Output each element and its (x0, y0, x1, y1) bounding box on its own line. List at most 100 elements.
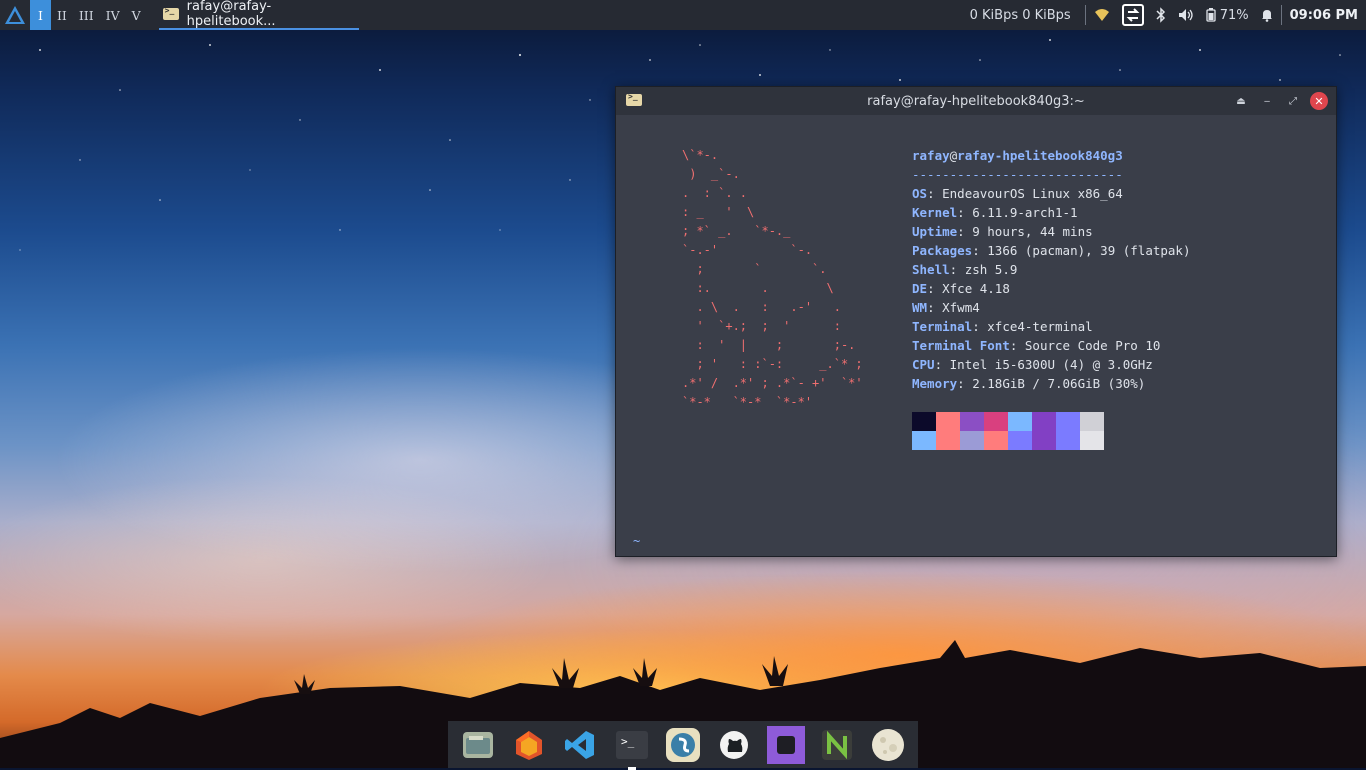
palette-swatch (960, 412, 984, 431)
endeavouros-logo-icon[interactable] (0, 0, 30, 30)
workspace-3[interactable]: III (73, 0, 100, 30)
info-key: CPU (912, 357, 935, 372)
info-value: 2.18GiB / 7.06GiB (30%) (972, 376, 1146, 391)
info-key: Memory (912, 376, 958, 391)
palette-swatch (1056, 431, 1080, 450)
info-value: xfce4-terminal (987, 319, 1093, 334)
separator-line: ---------------------------- (912, 167, 1123, 182)
palette-swatch (960, 431, 984, 450)
info-row-packages: Packages: 1366 (pacman), 39 (flatpak) (912, 243, 1191, 258)
notification-bell-icon[interactable] (1261, 8, 1273, 22)
terminal-icon (626, 92, 642, 106)
close-button[interactable]: ✕ (1310, 92, 1328, 110)
info-key: Packages (912, 243, 973, 258)
info-row-uptime: Uptime: 9 hours, 44 mins (912, 224, 1093, 239)
battery-percent: 71% (1219, 7, 1249, 23)
terminal-icon (162, 6, 179, 20)
info-key: Shell (912, 262, 950, 277)
workspace-5[interactable]: V (126, 0, 147, 30)
moon-icon[interactable] (869, 726, 907, 764)
screen-rotate-icon[interactable] (1121, 4, 1144, 26)
terminal-window: rafay@rafay-hpelitebook840g3:~ ⏏ ‒ ⤢ ✕ \… (615, 86, 1337, 557)
palette-swatch (936, 431, 960, 450)
palette-swatch (936, 412, 960, 431)
info-key: DE (912, 281, 928, 296)
terminal-icon[interactable]: >_ (613, 726, 651, 770)
info-row-shell: Shell: zsh 5.9 (912, 262, 1018, 277)
palette-swatch (1056, 412, 1080, 431)
minimize-button[interactable]: ‒ (1258, 92, 1276, 110)
palette-swatch (912, 412, 936, 431)
palette-swatch (1080, 431, 1104, 450)
maximize-button[interactable]: ⤢ (1284, 92, 1302, 110)
workspace-4[interactable]: IV (100, 0, 126, 30)
network-speed: 0 KiBps 0 KiBps (969, 7, 1071, 23)
palette-swatch (984, 431, 1008, 450)
info-row-kernel: Kernel: 6.11.9-arch1-1 (912, 205, 1078, 220)
github-icon[interactable] (715, 726, 753, 764)
info-key: WM (912, 300, 928, 315)
palette-swatch (1032, 431, 1056, 450)
battery-icon (1206, 8, 1216, 22)
info-value: EndeavourOS Linux x86_64 (942, 186, 1123, 201)
palette-swatch (1080, 412, 1104, 431)
system-info: rafay@rafay-hpelitebook840g3 -----------… (912, 146, 1190, 393)
info-row-memory: Memory: 2.18GiB / 7.06GiB (30%) (912, 376, 1146, 391)
running-indicator (627, 766, 636, 770)
workspace-2[interactable]: II (51, 0, 73, 30)
info-row-terminal: Terminal: xfce4-terminal (912, 319, 1093, 334)
palette-swatch (1008, 412, 1032, 431)
info-key: OS (912, 186, 928, 201)
files-icon[interactable] (459, 726, 497, 764)
info-value: zsh 5.9 (964, 262, 1018, 277)
shade-button[interactable]: ⏏ (1232, 92, 1250, 110)
shell-prompt[interactable]: ~ (633, 534, 640, 548)
app-square-icon[interactable] (766, 725, 805, 764)
simplenote-icon[interactable] (664, 726, 702, 764)
info-row-wm: WM: Xfwm4 (912, 300, 980, 315)
info-value: Intel i5-6300U (4) @ 3.0GHz (949, 357, 1153, 372)
palette-swatch (1032, 412, 1056, 431)
info-key: Terminal (912, 319, 973, 334)
info-value: Xfwm4 (942, 300, 980, 315)
battery-indicator[interactable]: 71% (1206, 8, 1249, 23)
svg-text:>_: >_ (621, 735, 635, 748)
neovim-icon[interactable] (818, 726, 856, 764)
username: rafay (912, 148, 950, 163)
hostname: rafay-hpelitebook840g3 (957, 148, 1123, 163)
terminal-content[interactable]: \`*-. ) _`-. . : `. . : _ ' \ ; *` _. `*… (616, 115, 1336, 556)
top-panel: I II III IV V rafay@rafay-hpelitebook...… (0, 0, 1366, 30)
info-value: 1366 (pacman), 39 (flatpak) (987, 243, 1191, 258)
palette-swatch (1008, 431, 1032, 450)
wifi-icon[interactable] (1094, 8, 1110, 22)
info-row-terminal-font: Terminal Font: Source Code Pro 10 (912, 338, 1161, 353)
info-key: Kernel (912, 205, 958, 220)
taskbar-terminal-button[interactable]: rafay@rafay-hpelitebook... (158, 0, 359, 30)
info-value: Source Code Pro 10 (1024, 338, 1161, 353)
firefox-icon[interactable] (510, 726, 548, 764)
system-tray: 71% (1094, 4, 1273, 26)
info-key: Terminal Font (912, 338, 1010, 353)
divider (1280, 5, 1282, 25)
dock: >_ (448, 721, 918, 770)
info-row-cpu: CPU: Intel i5-6300U (4) @ 3.0GHz (912, 357, 1153, 372)
ascii-cat-art: \`*-. ) _`-. . : `. . : _ ' \ ; *` _. `*… (682, 148, 863, 409)
window-titlebar[interactable]: rafay@rafay-hpelitebook840g3:~ ⏏ ‒ ⤢ ✕ (616, 87, 1336, 115)
volume-icon[interactable] (1178, 8, 1194, 22)
info-value: 6.11.9-arch1-1 (972, 205, 1078, 220)
task-title: rafay@rafay-hpelitebook... (186, 0, 276, 29)
palette-swatch (984, 412, 1008, 431)
vscode-icon[interactable] (561, 726, 599, 764)
info-value: 9 hours, 44 mins (972, 224, 1093, 239)
workspace-1[interactable]: I (30, 0, 51, 30)
window-title: rafay@rafay-hpelitebook840g3:~ (867, 93, 1085, 109)
color-palette (912, 412, 1104, 450)
info-key: Uptime (912, 224, 958, 239)
user-host-line: rafay@rafay-hpelitebook840g3 (912, 146, 1190, 165)
bluetooth-icon[interactable] (1156, 7, 1166, 23)
divider (1084, 5, 1086, 25)
info-value: Xfce 4.18 (942, 281, 1010, 296)
workspace-switcher: I II III IV V (30, 0, 147, 30)
info-row-de: DE: Xfce 4.18 (912, 281, 1010, 296)
clock[interactable]: 09:06 PM (1290, 8, 1358, 23)
